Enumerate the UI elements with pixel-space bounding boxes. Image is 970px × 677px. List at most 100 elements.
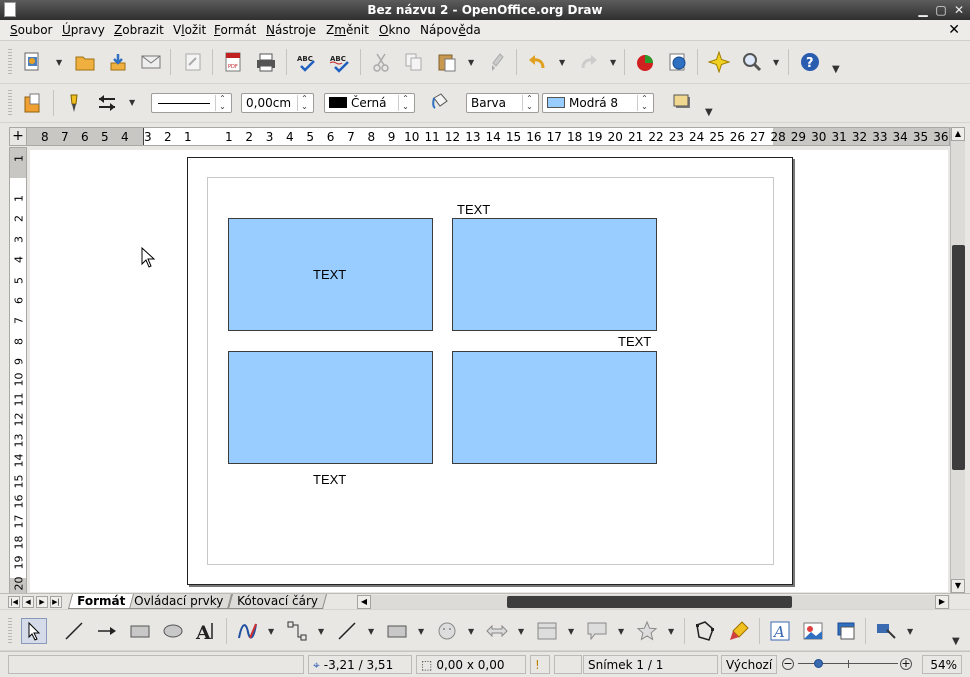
minimize-button[interactable]: ▁ [915,2,931,18]
vertical-ruler[interactable]: 1 1 2 3 4 5 6 7 8 9 10 11 12 13 14 15 16 17 18 19 20 [9,147,27,594]
tab-dimension-lines[interactable]: Kótovací čáry [227,594,327,609]
align-icon[interactable] [873,618,899,644]
glue-points-icon[interactable] [726,618,752,644]
open-folder-icon[interactable] [72,49,98,75]
arrows-dropdown-icon[interactable]: ▼ [518,627,524,636]
tab-prev-icon[interactable]: ◀ [22,596,34,608]
save-icon[interactable] [105,49,131,75]
stars-icon[interactable] [634,618,660,644]
gallery-star-icon[interactable] [706,49,732,75]
rectangle-tool-icon[interactable] [127,618,153,644]
text-label[interactable]: TEXT [618,334,651,349]
line-icon[interactable] [61,90,87,116]
arrow-style-icon[interactable] [94,90,120,116]
line-color-select[interactable]: Černá ⌃ ⌄ [324,93,415,113]
menu-formát[interactable]: Formát [214,23,256,37]
points-icon[interactable] [692,618,718,644]
curve-dropdown-icon[interactable]: ▼ [268,627,274,636]
redo-icon[interactable] [576,49,602,75]
digital-signature-field[interactable] [554,655,582,674]
horizontal-scroll-thumb[interactable] [507,596,792,608]
horizontal-scrollbar[interactable]: ◀ ▶ [357,595,950,609]
vertical-scroll-thumb[interactable] [952,245,965,470]
spellcheck-icon[interactable]: ABC [294,49,320,75]
toolbar-grip[interactable] [8,618,12,644]
area-fill-icon[interactable] [427,90,453,116]
email-icon[interactable] [138,49,164,75]
scroll-up-icon[interactable]: ▲ [951,127,965,141]
symbols-dropdown-icon[interactable]: ▼ [468,627,474,636]
undo-dropdown-icon[interactable]: ▼ [559,58,565,67]
menu-úpravy[interactable]: Úpravy [62,23,105,37]
toolbar-overflow-icon[interactable]: ▼ [705,107,713,118]
area-style-select[interactable]: Barva ⌃ ⌄ [466,93,539,113]
fontwork-icon[interactable]: A [767,618,793,644]
lines-dropdown-icon[interactable]: ▼ [368,627,374,636]
close-document-icon[interactable]: ✕ [948,22,960,38]
callouts-icon[interactable] [584,618,610,644]
drawing-page[interactable]: TEXT TEXT TEXT TEXT [187,157,793,585]
export-pdf-icon[interactable]: PDF [220,49,246,75]
connector-dropdown-icon[interactable]: ▼ [318,627,324,636]
cut-icon[interactable] [368,49,394,75]
horizontal-ruler[interactable]: 8 7 6 5 4 3 2 1 1 2 3 4 5 6 7 8 9 10 11 12 13 14 15 16 17 18 19 20 2… [26,127,950,146]
drawing-canvas[interactable]: TEXT TEXT TEXT TEXT [30,150,948,592]
menu-vložit[interactable]: Vložit [173,23,206,37]
zoom-dropdown-icon[interactable]: ▼ [773,58,779,67]
maximize-button[interactable]: ▢ [933,2,949,18]
rectangle-shape[interactable] [452,351,657,464]
tab-last-icon[interactable]: ▶| [50,596,62,608]
tab-first-icon[interactable]: |◀ [8,596,20,608]
shapes-dropdown-icon[interactable]: ▼ [418,627,424,636]
zoom-out-icon[interactable]: − [782,658,794,670]
extrusion-icon[interactable] [833,618,859,644]
text-label[interactable]: TEXT [457,202,490,217]
zoom-slider[interactable]: − + [782,656,914,672]
new-dropdown-icon[interactable]: ▼ [56,58,62,67]
menu-nápověda[interactable]: Nápověda [420,23,481,37]
block-arrows-icon[interactable] [484,618,510,644]
stars-dropdown-icon[interactable]: ▼ [668,627,674,636]
zoom-icon[interactable] [739,49,765,75]
document-modified-icon[interactable]: ! [530,655,550,674]
line-width-field[interactable]: 0,00cm ⌃ ⌄ [241,93,314,113]
align-dropdown-icon[interactable]: ▼ [907,627,913,636]
close-window-button[interactable]: ✕ [951,2,967,18]
style-list-icon[interactable] [20,90,46,116]
ruler-tab-corner[interactable]: + [9,127,27,146]
insert-image-icon[interactable] [800,618,826,644]
chart-icon[interactable] [632,49,658,75]
callouts-dropdown-icon[interactable]: ▼ [618,627,624,636]
navigator-icon[interactable] [665,49,691,75]
tab-next-icon[interactable]: ▶ [36,596,48,608]
flowchart-dropdown-icon[interactable]: ▼ [568,627,574,636]
curve-tool-icon[interactable] [234,618,260,644]
redo-dropdown-icon[interactable]: ▼ [610,58,616,67]
menu-změnit[interactable]: Změnit [326,23,369,37]
shadow-icon[interactable] [669,90,695,116]
area-color-select[interactable]: Modrá 8 ⌃ ⌄ [542,93,654,113]
vertical-scrollbar[interactable]: ▲ ▼ [950,127,965,595]
toolbar-grip[interactable] [8,49,12,75]
menu-okno[interactable]: Okno [379,23,410,37]
toolbar-overflow-icon[interactable]: ▼ [952,636,960,647]
line-style-select[interactable]: ⌃ ⌄ [151,93,232,113]
menu-zobrazit[interactable]: Zobrazit [114,23,164,37]
text-label[interactable]: TEXT [313,472,346,487]
zoom-value[interactable]: 54% [922,655,962,674]
symbol-shapes-icon[interactable] [434,618,460,644]
tab-controls[interactable]: Ovládací prvky [124,594,233,609]
zoom-slider-knob[interactable] [814,659,824,668]
autospellcheck-icon[interactable]: ABC [327,49,353,75]
select-pointer-icon[interactable] [21,618,47,644]
undo-icon[interactable] [524,49,550,75]
line-tool-icon[interactable] [61,618,87,644]
edit-file-icon[interactable] [180,49,206,75]
menu-nástroje[interactable]: Nástroje [266,23,316,37]
connector-tool-icon[interactable] [284,618,310,644]
arrow-style-dropdown-icon[interactable]: ▼ [129,98,135,107]
scroll-right-icon[interactable]: ▶ [935,595,949,609]
clone-formatting-icon[interactable] [486,49,512,75]
help-icon[interactable]: ? [797,49,823,75]
basic-shapes-icon[interactable] [384,618,410,644]
